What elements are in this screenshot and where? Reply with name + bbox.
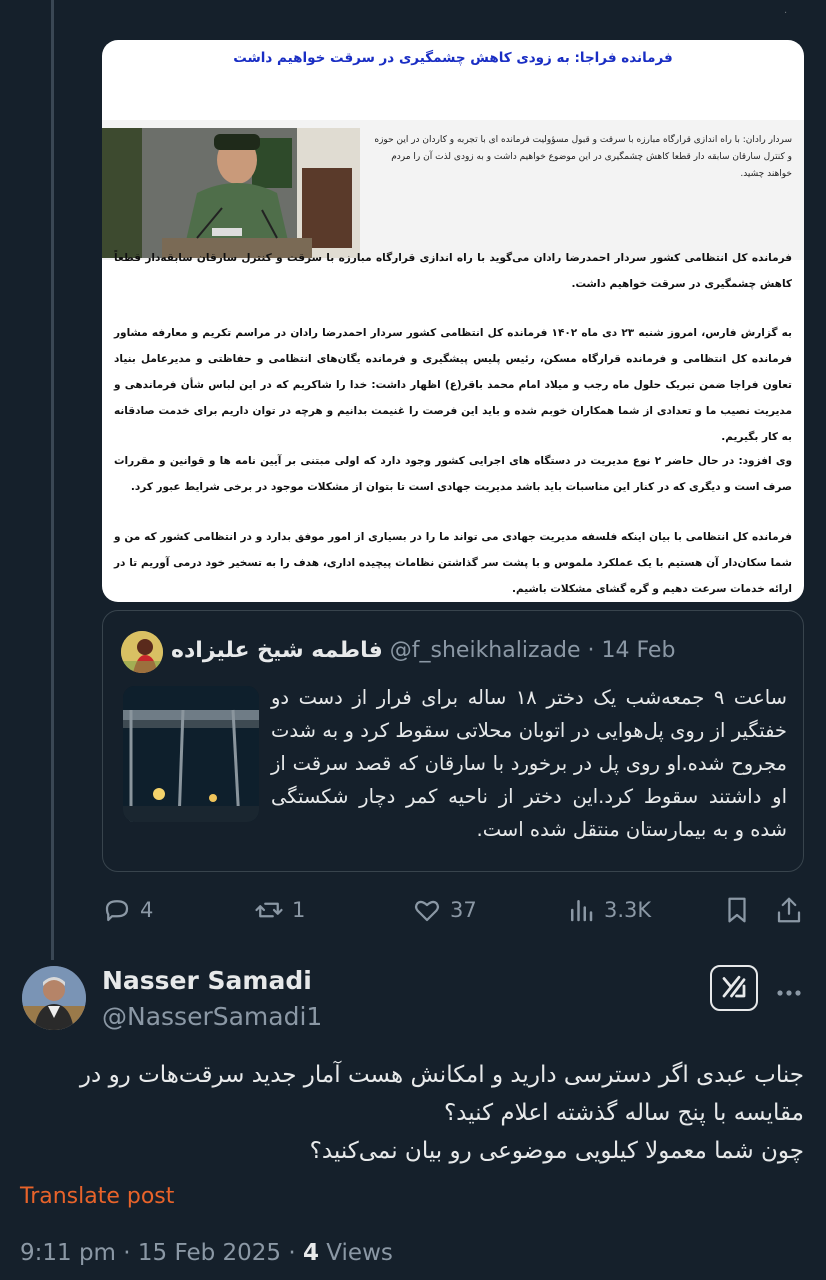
analytics-icon	[566, 895, 596, 925]
author-handle[interactable]: @NasserSamadi1	[102, 1002, 322, 1031]
repost-icon	[254, 895, 284, 925]
quoted-handle[interactable]: @f_sheikhalizade	[390, 638, 581, 663]
reply-count: 4	[140, 898, 154, 922]
bookmark-button[interactable]	[722, 892, 752, 928]
share-icon	[774, 895, 804, 925]
quoted-date[interactable]: · 14 Feb	[587, 638, 675, 663]
tweet-text: جناب عبدی اگر دسترسی دارید و امکانش هست …	[18, 1056, 804, 1170]
article-paragraph: فرمانده کل انتظامی کشور سردار احمدرضا را…	[114, 252, 792, 290]
views-button[interactable]: 3.3K	[566, 892, 651, 928]
share-button[interactable]	[774, 892, 804, 928]
thread-connector-line	[51, 0, 54, 960]
more-options-button[interactable]	[772, 975, 806, 1003]
reply-button[interactable]: 4	[102, 892, 153, 928]
tweet-line: چون شما معمولا کیلویی موضوعی رو بیان نمی…	[309, 1138, 804, 1164]
like-button[interactable]: 37	[412, 892, 477, 928]
bookmark-icon	[722, 895, 752, 925]
grok-icon	[719, 971, 749, 1005]
tweet-line: جناب عبدی اگر دسترسی دارید و امکانش هست …	[79, 1062, 804, 1126]
quoted-name[interactable]: فاطمه شیخ علیزاده	[171, 638, 383, 663]
article-lead-text: سردار رادان: با راه اندازی قرارگاه مبارز…	[374, 135, 792, 179]
quoted-header: فاطمه شیخ علیزاده @f_sheikhalizade · 14 …	[171, 638, 675, 663]
heart-icon	[412, 895, 442, 925]
article-paragraph: وی افزود: در حال حاضر ۲ نوع مدیریت در دس…	[114, 455, 793, 493]
views-number: 4	[302, 1240, 319, 1266]
article-paragraph: فرمانده کل انتظامی با بیان اینکه فلسفه م…	[114, 531, 792, 595]
quoted-avatar[interactable]	[121, 631, 163, 673]
article-title: فرمانده فراجا: به زودی کاهش چشمگیری در س…	[233, 50, 673, 66]
tweet-action-bar: 4 1 37 3.3K	[102, 892, 804, 928]
reply-icon	[102, 895, 132, 925]
repost-button[interactable]: 1	[254, 892, 305, 928]
more-dots-icon: ·	[784, 8, 788, 19]
more-horizontal-icon	[776, 975, 802, 1003]
grok-button[interactable]	[710, 965, 758, 1011]
repost-count: 1	[292, 898, 306, 922]
article-image[interactable]: فرمانده فراجا: به زودی کاهش چشمگیری در س…	[102, 40, 804, 602]
quoted-text: ساعت ۹ جمعه‌شب یک دختر ۱۸ ساله برای فرار…	[271, 686, 787, 841]
tweet-meta: 9:11 pm · 15 Feb 2025 · 4 Views	[20, 1240, 393, 1266]
quoted-tweet[interactable]: فاطمه شیخ علیزاده @f_sheikhalizade · 14 …	[102, 610, 804, 872]
views-label: Views	[319, 1240, 393, 1266]
article-photo	[102, 128, 360, 258]
tweet-timestamp[interactable]: 9:11 pm · 15 Feb 2025 ·	[20, 1240, 303, 1266]
author-name[interactable]: Nasser Samadi	[102, 966, 312, 995]
author-avatar[interactable]	[22, 966, 86, 1030]
quoted-media-thumbnail[interactable]	[123, 686, 259, 822]
article-paragraph: به گزارش فارس، امروز شنبه ۲۳ دی ماه ۱۴۰۲…	[114, 327, 792, 443]
like-count: 37	[450, 898, 477, 922]
translate-post-link[interactable]: Translate post	[20, 1184, 174, 1209]
views-count: 3.3K	[604, 898, 652, 922]
